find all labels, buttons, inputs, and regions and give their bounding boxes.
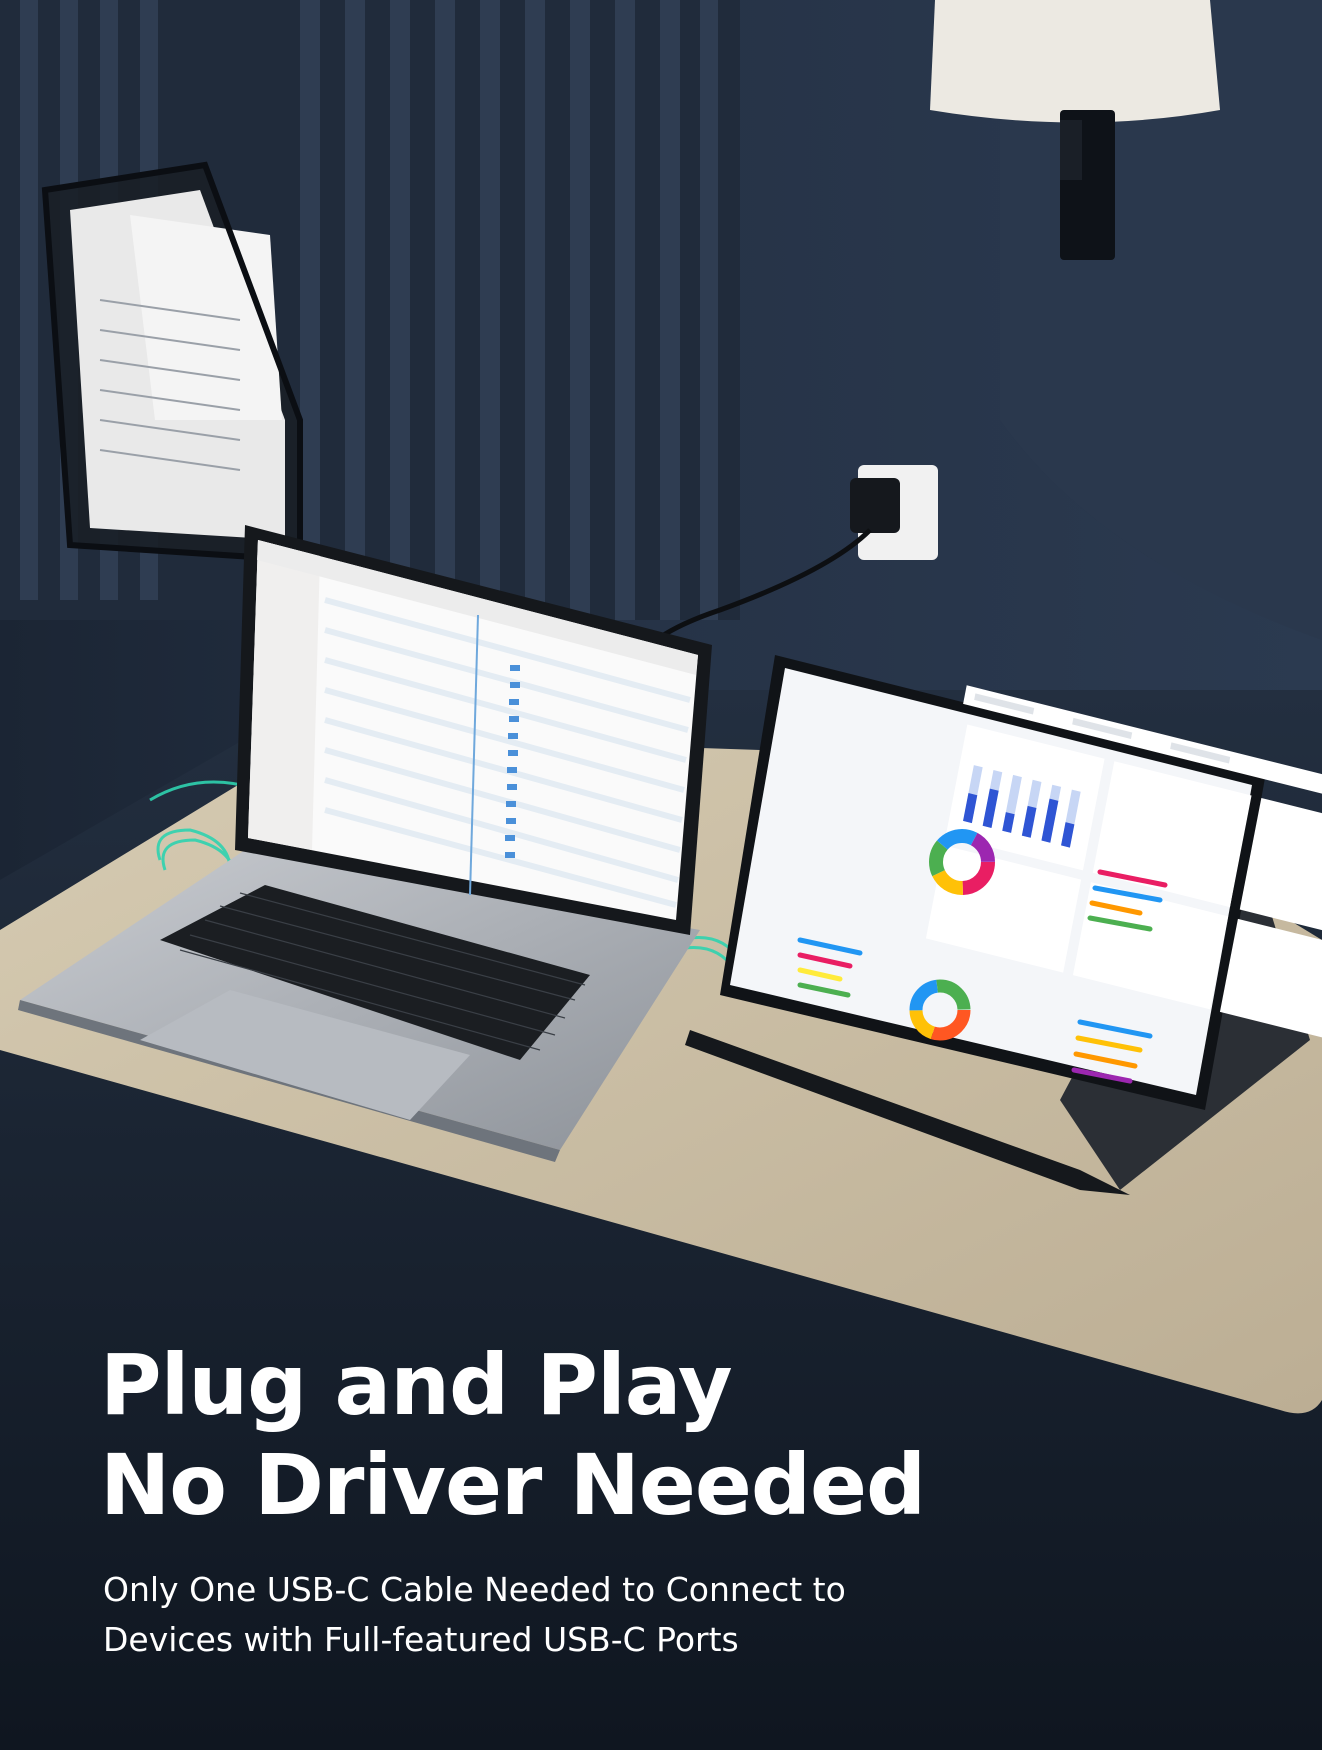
subheadline-line-2: Devices with Full-featured USB-C Ports [103,1620,739,1659]
city-bars [1071,1019,1153,1084]
headline-line-2: No Driver Needed [100,1436,926,1534]
headline: Plug and Play No Driver Needed [100,1335,926,1535]
product-scene: Plug and Play No Driver Needed Only One … [0,0,1322,1750]
donut-chart-bin [929,829,995,895]
subheadline: Only One USB-C Cable Needed to Connect t… [103,1565,846,1665]
country-bars [1087,869,1168,932]
headline-line-1: Plug and Play [100,1336,733,1434]
subheadline-line-1: Only One USB-C Cable Needed to Connect t… [103,1570,846,1609]
state-bars [797,937,863,998]
donut-chart-product [909,979,971,1041]
